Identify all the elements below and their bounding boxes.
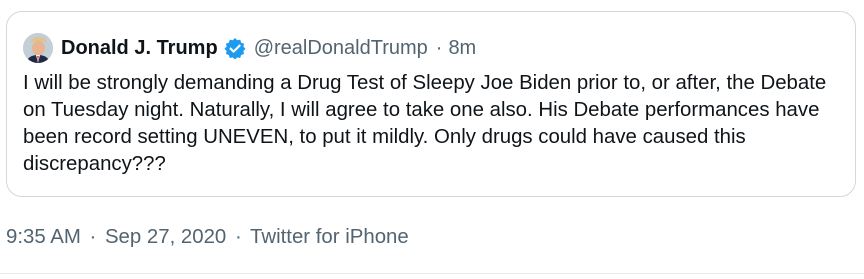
verified-badge-icon bbox=[224, 37, 246, 59]
tweet-source-link[interactable]: Twitter for iPhone bbox=[250, 226, 409, 248]
tweet-meta: 9:35 AM · Sep 27, 2020 · Twitter for iPh… bbox=[6, 226, 409, 249]
tweet-card[interactable]: Donald J. Trump @realDonaldTrump · 8m I … bbox=[6, 11, 856, 197]
relative-time[interactable]: 8m bbox=[448, 37, 476, 60]
author-name[interactable]: Donald J. Trump bbox=[61, 37, 218, 60]
tweet-text: I will be strongly demanding a Drug Test… bbox=[23, 72, 827, 175]
tweet-date[interactable]: Sep 27, 2020 bbox=[105, 226, 226, 248]
header-separator: · bbox=[435, 36, 443, 59]
meta-separator: · bbox=[89, 226, 97, 248]
author-handle[interactable]: @realDonaldTrump bbox=[254, 37, 428, 60]
tweet-header: Donald J. Trump @realDonaldTrump · 8m bbox=[23, 32, 476, 64]
tweet-time[interactable]: 9:35 AM bbox=[6, 226, 81, 248]
avatar-icon bbox=[23, 33, 53, 63]
divider bbox=[0, 273, 864, 274]
meta-separator: · bbox=[234, 226, 242, 248]
avatar[interactable] bbox=[23, 33, 53, 63]
